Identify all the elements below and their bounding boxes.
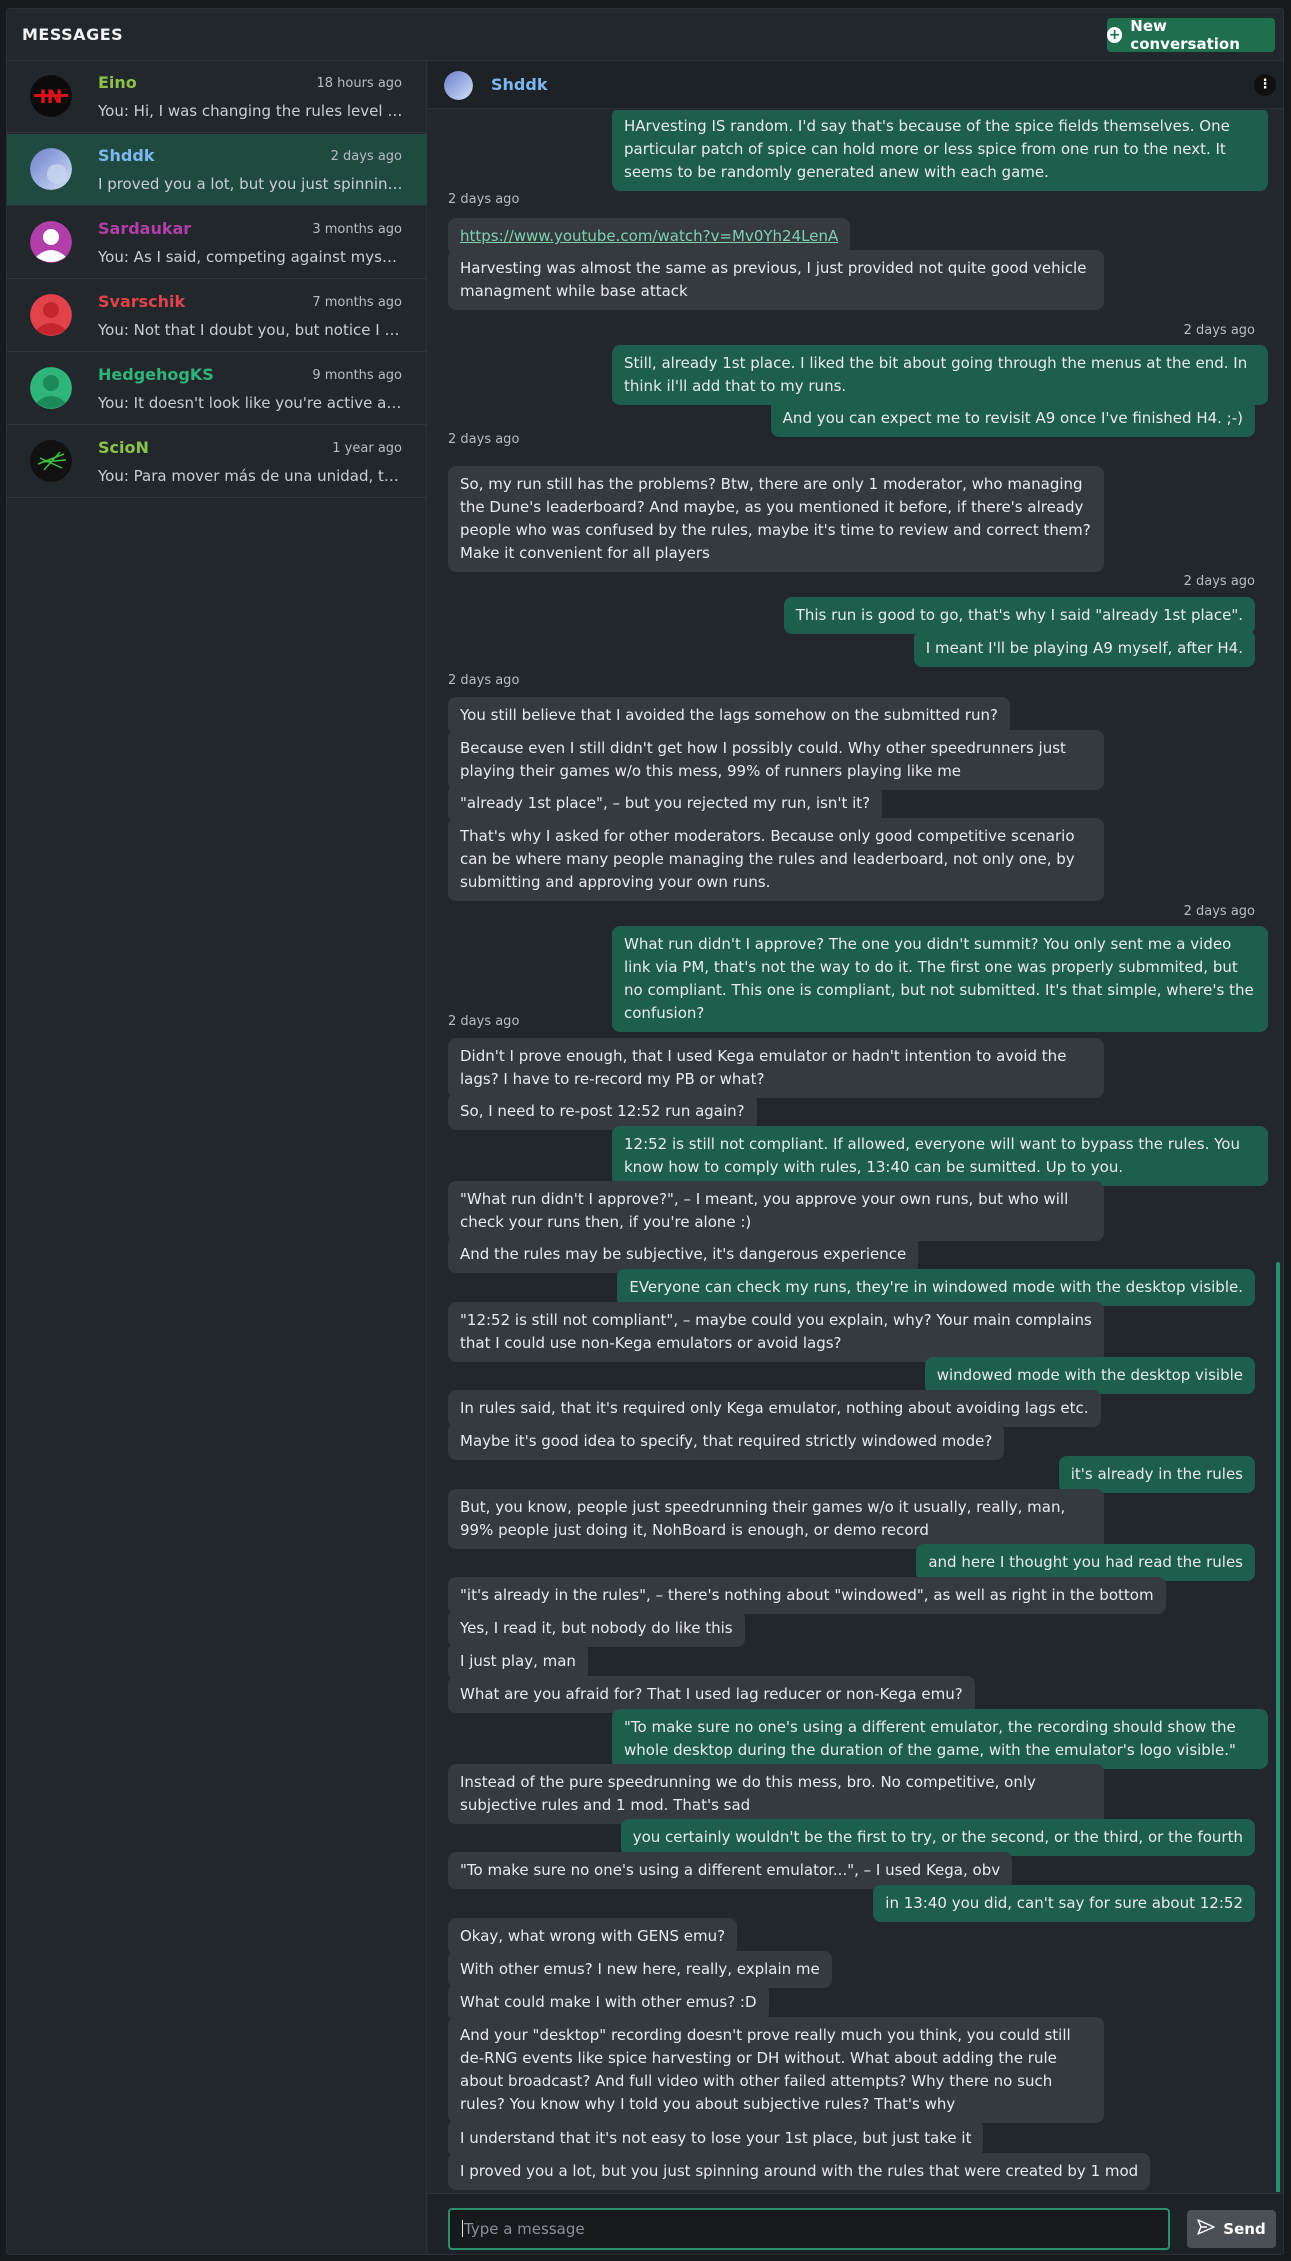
conversation-item-sardaukar[interactable]: Sardaukar 3 months ago You: As I said, c… — [7, 207, 427, 279]
message-incoming: "it's already in the rules", – there's n… — [448, 1577, 1166, 1614]
conversation-preview: You: It doesn't look like you're active … — [98, 394, 403, 412]
conversation-item-eino[interactable]: IN Eino 18 hours ago You: Hi, I was chan… — [7, 61, 427, 133]
conversation-time: 18 hours ago — [316, 76, 402, 91]
message-outgoing: you certainly wouldn't be the first to t… — [620, 1819, 1255, 1856]
messages-app: MESSAGES + New conversation IN Eino 18 h… — [6, 8, 1284, 2255]
message-input[interactable]: Type a message — [448, 2208, 1170, 2250]
message-outgoing: 12:52 is still not compliant. If allowed… — [612, 1126, 1268, 1186]
message-outgoing: This run is good to go, that's why I sai… — [783, 597, 1255, 634]
message-incoming: Harvesting was almost the same as previo… — [448, 250, 1104, 310]
message-timestamp: 2 days ago — [448, 192, 520, 207]
message-outgoing: What run didn't I approve? The one you d… — [612, 926, 1268, 1032]
message-outgoing: I meant I'll be playing A9 myself, after… — [913, 630, 1255, 667]
message-timestamp: 2 days ago — [448, 432, 520, 447]
message-incoming: Because even I still didn't get how I po… — [448, 730, 1104, 790]
message-outgoing: EVeryone can check my runs, they're in w… — [617, 1269, 1255, 1306]
conversation-name: Shddk — [98, 146, 155, 165]
conversation-name: Sardaukar — [98, 219, 192, 238]
message-incoming: Okay, what wrong with GENS emu? — [448, 1918, 738, 1955]
conversation-time: 2 days ago — [330, 149, 402, 164]
message-incoming: Didn't I prove enough, that I used Kega … — [448, 1038, 1104, 1098]
message-thread[interactable]: HArvesting IS random. I'd say that's bec… — [428, 110, 1283, 2192]
message-incoming: Maybe it's good idea to specify, that re… — [448, 1423, 1005, 1460]
conversation-item-shddk[interactable]: Shddk 2 days ago I proved you a lot, but… — [7, 134, 427, 206]
avatar — [444, 71, 473, 100]
message-incoming: "To make sure no one's using a different… — [448, 1852, 1013, 1889]
conversation-list: IN Eino 18 hours ago You: Hi, I was chan… — [7, 61, 427, 2254]
message-incoming: So, my run still has the problems? Btw, … — [448, 466, 1104, 572]
text-caret — [462, 2220, 463, 2237]
conversation-preview: I proved you a lot, but you just spinnin… — [98, 175, 403, 193]
page-title: MESSAGES — [22, 25, 124, 44]
plus-circle-icon: + — [1107, 27, 1123, 43]
message-outgoing: windowed mode with the desktop visible — [924, 1357, 1255, 1394]
message-incoming: And your "desktop" recording doesn't pro… — [448, 2017, 1104, 2123]
message-timestamp: 2 days ago — [1183, 323, 1255, 338]
more-options-icon[interactable]: ⋮ — [1254, 74, 1276, 96]
message-outgoing: "To make sure no one's using a different… — [612, 1709, 1268, 1769]
avatar — [30, 221, 72, 263]
conversation-preview: You: Para mover más de una unidad, tiene… — [98, 467, 403, 485]
conversation-name: Svarschik — [98, 292, 186, 311]
message-incoming: So, I need to re-post 12:52 run again? — [448, 1093, 757, 1130]
message-incoming: Yes, I read it, but nobody do like this — [448, 1610, 745, 1647]
message-outgoing: And you can expect me to revisit A9 once… — [770, 400, 1255, 437]
conversation-name: HedgehogKS — [98, 365, 214, 384]
chat-contact-name: Shddk — [491, 75, 548, 94]
conversation-preview: You: Not that I doubt you, but notice I … — [98, 321, 403, 339]
conversation-time: 7 months ago — [312, 295, 402, 310]
message-incoming: Instead of the pure speedrunning we do t… — [448, 1764, 1104, 1824]
message-timestamp: 2 days ago — [448, 673, 520, 688]
thread-scrollbar[interactable] — [1276, 1262, 1280, 2192]
message-incoming: I just play, man — [448, 1643, 588, 1680]
conversation-item-hedgehogks[interactable]: HedgehogKS 9 months ago You: It doesn't … — [7, 353, 427, 425]
message-outgoing: in 13:40 you did, can't say for sure abo… — [873, 1885, 1255, 1922]
conversation-preview: You: Hi, I was changing the rules level … — [98, 102, 403, 120]
conversation-preview: You: As I said, competing against myself… — [98, 248, 403, 266]
message-outgoing: HArvesting IS random. I'd say that's bec… — [612, 110, 1268, 191]
message-timestamp: 2 days ago — [1183, 904, 1255, 919]
message-incoming: "already 1st place", – but you rejected … — [448, 785, 883, 822]
message-outgoing: Still, already 1st place. I liked the bi… — [612, 345, 1268, 405]
top-bar: MESSAGES + New conversation — [7, 9, 1283, 61]
conversation-name: Eino — [98, 73, 137, 92]
chat-header: Shddk ⋮ — [428, 61, 1283, 109]
message-outgoing: it's already in the rules — [1058, 1456, 1255, 1493]
avatar — [30, 148, 72, 190]
message-incoming: What could make I with other emus? :D — [448, 1984, 769, 2021]
message-incoming: "12:52 is still not compliant", – maybe … — [448, 1302, 1104, 1362]
message-incoming: And the rules may be subjective, it's da… — [448, 1236, 919, 1273]
message-link[interactable]: https://www.youtube.com/watch?v=Mv0Yh24L… — [460, 227, 838, 245]
new-conversation-label: New conversation — [1130, 17, 1240, 53]
message-incoming: You still believe that I avoided the lag… — [448, 697, 1010, 734]
send-icon — [1197, 2219, 1216, 2239]
conversation-time: 3 months ago — [312, 222, 402, 237]
conversation-name: ScioN — [98, 438, 149, 457]
avatar — [30, 367, 72, 409]
conversation-time: 9 months ago — [312, 368, 402, 383]
message-incoming: I understand that it's not easy to lose … — [448, 2120, 984, 2157]
message-incoming: With other emus? I new here, really, exp… — [448, 1951, 832, 1988]
message-composer: Type a message Send — [428, 2193, 1283, 2254]
message-input-placeholder: Type a message — [464, 2220, 585, 2238]
conversation-item-scion[interactable]: ScioN 1 year ago You: Para mover más de … — [7, 426, 427, 498]
message-incoming: But, you know, people just speedrunning … — [448, 1489, 1104, 1549]
message-timestamp: 2 days ago — [1183, 574, 1255, 589]
avatar — [30, 294, 72, 336]
message-timestamp: 2 days ago — [448, 1014, 520, 1029]
message-incoming: What are you afraid for? That I used lag… — [448, 1676, 975, 1713]
message-incoming: In rules said, that it's required only K… — [448, 1390, 1101, 1427]
conversation-time: 1 year ago — [332, 441, 402, 456]
send-label: Send — [1223, 2220, 1266, 2238]
message-incoming: I proved you a lot, but you just spinnin… — [448, 2153, 1151, 2190]
avatar: IN — [30, 75, 72, 117]
message-incoming: "What run didn't I approve?", – I meant,… — [448, 1181, 1104, 1241]
avatar — [30, 440, 72, 482]
message-incoming: That's why I asked for other moderators.… — [448, 818, 1104, 901]
send-button[interactable]: Send — [1187, 2210, 1276, 2248]
conversation-item-svarschik[interactable]: Svarschik 7 months ago You: Not that I d… — [7, 280, 427, 352]
new-conversation-button[interactable]: + New conversation — [1107, 17, 1275, 53]
message-outgoing: and here I thought you had read the rule… — [916, 1544, 1255, 1581]
